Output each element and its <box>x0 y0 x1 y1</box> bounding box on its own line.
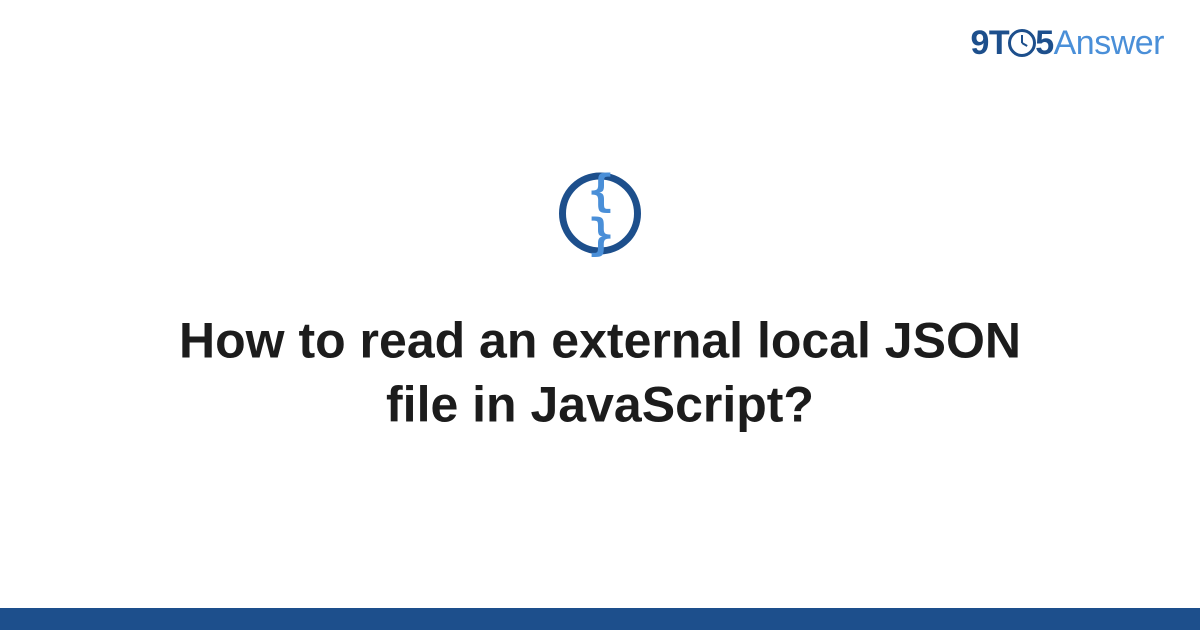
clock-icon <box>1008 29 1036 57</box>
brand-five: 5 <box>1035 24 1053 62</box>
brand-logo: 9T5Answer <box>971 24 1165 63</box>
brand-t: T <box>989 24 1009 62</box>
brand-nine: 9 <box>971 24 989 62</box>
category-badge: { } <box>559 172 641 254</box>
question-title: How to read an external local JSON file … <box>150 308 1050 436</box>
json-braces-icon: { } <box>566 169 634 257</box>
main-content: { } How to read an external local JSON f… <box>0 172 1200 436</box>
brand-answer: Answer <box>1054 24 1164 62</box>
footer-accent-bar <box>0 608 1200 630</box>
